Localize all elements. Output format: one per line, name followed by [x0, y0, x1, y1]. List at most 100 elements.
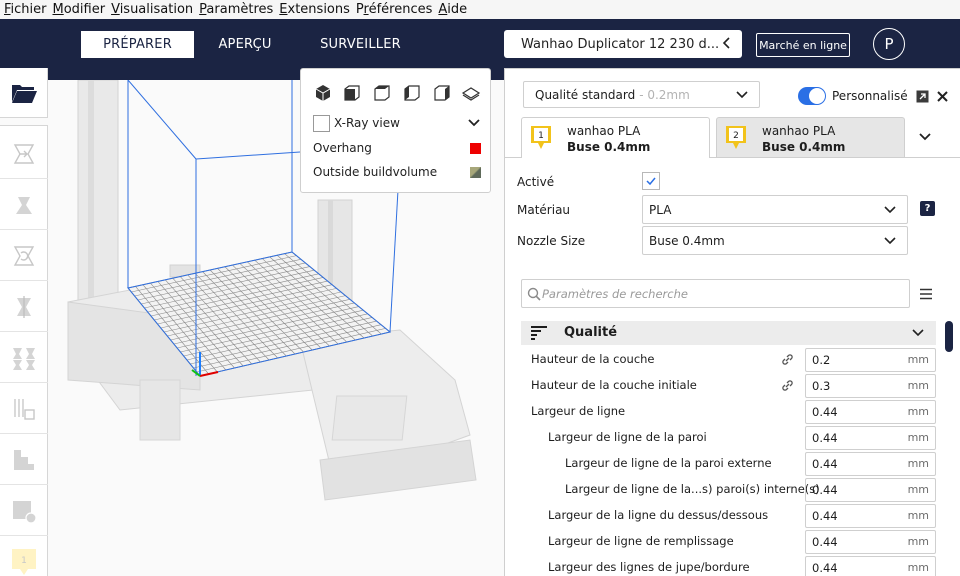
nozzle-size-value: Buse 0.4mm	[649, 233, 725, 248]
material-value: PLA	[649, 202, 672, 217]
menu-preferences[interactable]: Préférences	[356, 0, 432, 19]
hamburger-menu-icon[interactable]	[919, 288, 933, 300]
view-left-icon[interactable]	[402, 83, 422, 103]
popout-icon[interactable]	[916, 90, 929, 103]
setting-value: 0.44	[812, 457, 838, 471]
layer-view-icon[interactable]	[461, 83, 481, 103]
extruder-tab-2[interactable]: 2 wanhao PLA Buse 0.4mm	[716, 117, 905, 157]
overhang-swatch	[470, 142, 481, 154]
scale-tool[interactable]	[0, 180, 48, 230]
open-file-button[interactable]	[0, 68, 48, 118]
setting-label: Hauteur de la couche	[531, 352, 655, 366]
setting-value-field[interactable]: 0.44 mm	[805, 504, 936, 528]
setting-value-field[interactable]: 0.2 mm	[805, 348, 936, 372]
tab-prepare[interactable]: PRÉPARER	[81, 31, 194, 58]
custom-support-tool[interactable]	[0, 486, 48, 536]
nozzle-size-label: Nozzle Size	[517, 234, 586, 248]
setting-value-field[interactable]: 0.44 mm	[805, 478, 936, 502]
menu-aide[interactable]: Aide	[438, 0, 467, 19]
setting-value-field[interactable]: 0.44 mm	[805, 400, 936, 424]
mirror-tool[interactable]	[0, 282, 48, 332]
view-front-icon[interactable]	[342, 83, 362, 103]
enabled-label: Activé	[517, 175, 555, 189]
custom-mode-toggle[interactable]	[798, 87, 826, 105]
menu-bar: Fichier Modifier Visualisation Paramètres Ex…	[0, 0, 960, 19]
quality-profile-selector[interactable]: Qualité standard - 0.2mm	[523, 81, 760, 108]
tab-monitor[interactable]: SURVEILLER	[305, 31, 416, 58]
legend-outside-buildvolume: Outside buildvolume	[313, 163, 481, 181]
setting-label: Largeur de la ligne du dessus/dessous	[548, 508, 769, 522]
move-tool[interactable]	[0, 129, 48, 179]
scale-icon	[16, 196, 32, 214]
setting-label: Largeur de ligne de la...s) paroi(s) int…	[565, 482, 820, 496]
setting-unit: mm	[907, 535, 929, 548]
view-top-icon[interactable]	[372, 83, 392, 103]
nozzle-size-selector[interactable]: Buse 0.4mm	[642, 226, 908, 255]
chevron-down-icon[interactable]	[467, 116, 481, 130]
rotate-icon	[13, 245, 35, 266]
setting-value-field[interactable]: 0.3 mm	[805, 374, 936, 398]
material-help-icon[interactable]: ?	[920, 201, 935, 216]
tab-preview[interactable]: APERÇU	[205, 31, 285, 58]
menu-extensions[interactable]: Extensions	[279, 0, 350, 19]
search-input[interactable]	[542, 286, 892, 301]
custom-mode-label: Personnalisé	[832, 89, 908, 103]
chevron-down-icon[interactable]	[917, 129, 933, 145]
setting-row: Largeur de la ligne du dessus/dessous 0.4…	[505, 503, 945, 529]
per-model-settings-tool[interactable]	[0, 333, 48, 383]
setting-unit: mm	[907, 509, 929, 522]
setting-row: Largeur de ligne de la...s) paroi(s) int…	[505, 477, 945, 503]
setting-row: Largeur de ligne de la paroi 0.44 mm	[505, 425, 945, 451]
rotate-tool[interactable]	[0, 231, 48, 281]
extruder-selector[interactable]: 1	[0, 537, 48, 576]
setting-label: Largeur de ligne de la paroi	[548, 430, 707, 444]
setting-value: 0.44	[812, 405, 838, 419]
extruder-tab-1[interactable]: 1 wanhao PLA Buse 0.4mm	[521, 117, 710, 158]
marketplace-button[interactable]: Marché en ligne	[756, 33, 850, 57]
menu-modifier[interactable]: Modifier	[53, 0, 106, 19]
setting-label: Largeur de ligne	[531, 404, 626, 418]
printer-selector[interactable]: Wanhao Duplicator 12 230 d...	[504, 30, 742, 58]
menu-visualisation[interactable]: Visualisation	[111, 0, 193, 19]
setting-unit: mm	[907, 457, 929, 470]
chevron-left-icon	[722, 37, 730, 49]
setting-value: 0.44	[812, 535, 838, 549]
search-icon	[527, 287, 541, 301]
layers-icon	[531, 326, 547, 340]
setting-row: Largeur de ligne de remplissage 0.44 mm	[505, 529, 945, 555]
setting-value-field[interactable]: 0.44 mm	[805, 426, 936, 450]
setting-row: Hauteur de la couche initiale 0.3 mm	[505, 373, 945, 399]
chevron-down-icon	[884, 206, 896, 214]
menu-fichier[interactable]: Fichier	[4, 0, 47, 19]
xray-label: X-Ray view	[334, 116, 400, 130]
view-orientation-popup: X-Ray view Overhang Outside buildvolume	[300, 68, 491, 193]
xray-view-toggle[interactable]: X-Ray view	[313, 113, 481, 133]
extruder-badge-icon: 2	[726, 126, 746, 149]
menu-parametres[interactable]: Paramètres	[199, 0, 273, 19]
setting-value: 0.44	[812, 561, 838, 575]
extruder-material: wanhao PLA	[762, 124, 836, 138]
account-button[interactable]: P	[873, 28, 905, 60]
extruder-material: wanhao PLA	[567, 124, 641, 138]
category-quality[interactable]: Qualité	[521, 321, 936, 345]
setting-value: 0.2	[812, 353, 831, 367]
setting-label: Largeur des lignes de jupe/bordure	[548, 560, 750, 574]
setting-value-field[interactable]: 0.44 mm	[805, 530, 936, 554]
close-icon[interactable]	[936, 90, 949, 103]
view-3d-icon[interactable]	[313, 83, 333, 103]
xray-checkbox[interactable]	[313, 114, 330, 132]
stairs-tool[interactable]	[0, 435, 48, 485]
settings-search[interactable]	[521, 279, 910, 308]
enabled-checkbox[interactable]	[642, 172, 660, 190]
material-selector[interactable]: PLA	[642, 195, 908, 224]
setting-value: 0.44	[812, 431, 838, 445]
support-blocker-tool[interactable]	[0, 384, 48, 434]
setting-value-field[interactable]: 0.44 mm	[805, 556, 936, 576]
setting-value-field[interactable]: 0.44 mm	[805, 452, 936, 476]
quality-profile-label: Qualité standard	[535, 87, 636, 102]
setting-label: Hauteur de la couche initiale	[531, 378, 697, 392]
view-right-icon[interactable]	[432, 83, 452, 103]
support-blocker-icon	[14, 398, 35, 420]
settings-scrollbar[interactable]	[945, 321, 953, 352]
left-toolbar: 1	[0, 125, 48, 576]
